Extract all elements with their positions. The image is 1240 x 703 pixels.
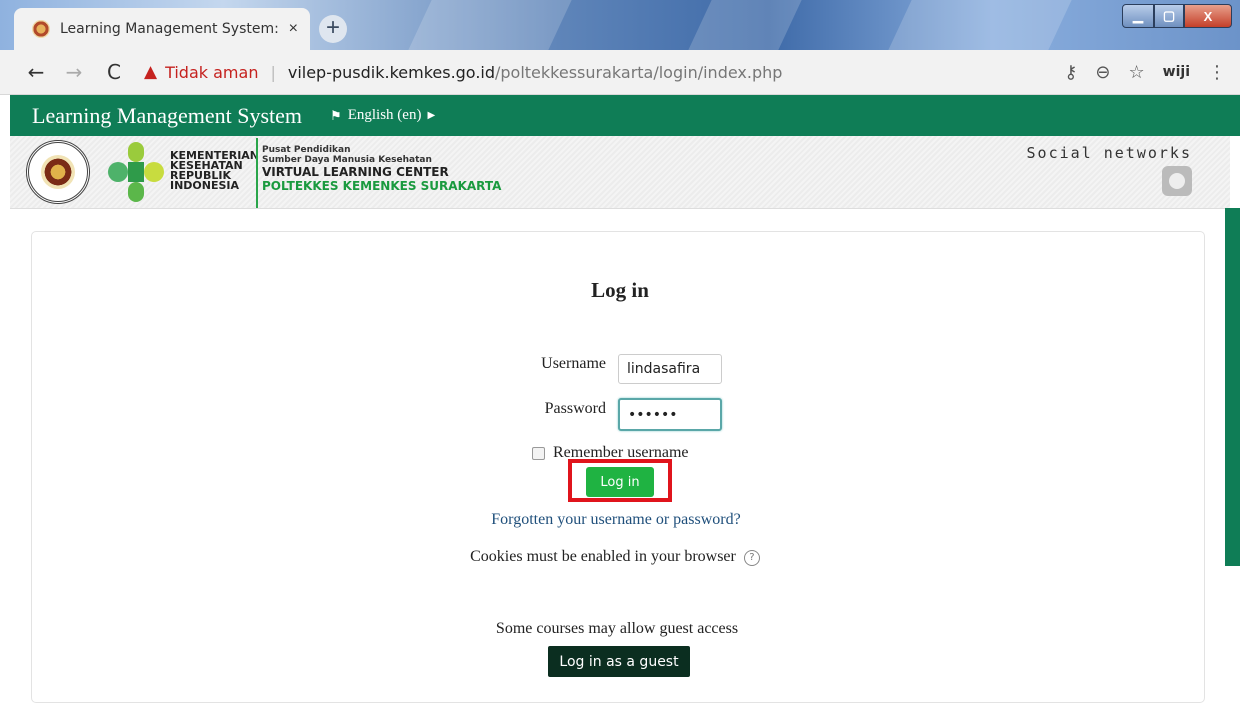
poltekkes-seal-logo: [26, 140, 90, 204]
kemenkes-wordmark: KEMENTERIAN KESEHATAN REPUBLIK INDONESIA: [170, 149, 260, 192]
site-favicon-icon: [32, 20, 50, 38]
reload-icon[interactable]: C: [100, 60, 128, 84]
username-label: Username: [541, 355, 606, 372]
password-input[interactable]: [618, 398, 722, 431]
titlebar-decoration: [408, 0, 572, 50]
caret-right-icon: ▶: [427, 110, 436, 121]
social-network-icon[interactable]: [1162, 166, 1192, 196]
remember-checkbox[interactable]: [532, 446, 545, 460]
maximize-button[interactable]: ▢: [1154, 4, 1184, 28]
tab-close-icon[interactable]: ×: [289, 20, 298, 38]
address-separator: |: [270, 62, 276, 82]
username-input[interactable]: [618, 354, 722, 384]
tab-title: Learning Management System: L: [60, 21, 281, 37]
minimize-button[interactable]: ▁: [1122, 4, 1154, 28]
browser-toolbar: ← → C ▲ Tidak aman | vilep-pusdik.kemkes…: [0, 50, 1240, 95]
menu-kebab-icon[interactable]: ⋮: [1208, 62, 1226, 83]
cookies-text: Cookies must be enabled in your browser: [470, 548, 736, 565]
address-bar[interactable]: ▲ Tidak aman | vilep-pusdik.kemkes.go.id…: [144, 62, 782, 82]
help-icon[interactable]: ?: [743, 550, 760, 566]
language-menu[interactable]: ⚑ English (en) ▶: [330, 107, 435, 124]
forgot-password-link[interactable]: Forgotten your username or password?: [0, 511, 1232, 529]
kemenkes-logo: [108, 142, 164, 202]
login-heading: Log in: [591, 278, 649, 302]
new-tab-button[interactable]: +: [319, 15, 347, 43]
back-arrow-icon[interactable]: ←: [22, 60, 50, 84]
login-button[interactable]: Log in: [586, 467, 654, 497]
zoom-icon[interactable]: ⊖: [1095, 62, 1110, 83]
window-controls: ▁ ▢ X: [1122, 4, 1232, 28]
toolbar-actions: ⚷ ⊖ ☆ wiji ⋮: [1064, 50, 1226, 94]
guest-login-button[interactable]: Log in as a guest: [548, 646, 690, 677]
password-label: Password: [544, 400, 606, 417]
flag-icon: ⚑: [330, 107, 342, 123]
url-path: /poltekkessurakarta/login/index.php: [495, 62, 783, 82]
warning-triangle-icon: ▲: [144, 62, 158, 82]
social-networks-label: Social networks: [1026, 144, 1192, 162]
security-status[interactable]: Tidak aman: [165, 63, 258, 82]
banner-divider: [256, 138, 258, 208]
titlebar-decoration: [888, 0, 1072, 50]
language-label: English (en): [347, 107, 422, 123]
titlebar-decoration: [688, 0, 802, 50]
browser-tab[interactable]: Learning Management System: L ×: [14, 8, 310, 50]
guest-access-note: Some courses may allow guest access: [495, 620, 739, 637]
profile-avatar[interactable]: wiji: [1163, 64, 1190, 80]
browser-titlebar: Learning Management System: L × + ▁ ▢ X: [0, 0, 1240, 50]
site-navbar: Learning Management System ⚑ English (en…: [10, 95, 1240, 136]
bookmark-star-icon[interactable]: ☆: [1129, 62, 1145, 83]
site-brand-link[interactable]: Learning Management System: [32, 103, 302, 129]
cookies-note: Cookies must be enabled in your browser …: [0, 548, 1230, 566]
institution-text: Pusat Pendidikan Sumber Daya Manusia Kes…: [262, 145, 502, 193]
key-icon[interactable]: ⚷: [1064, 62, 1077, 83]
forward-arrow-icon[interactable]: →: [60, 60, 88, 84]
close-window-button[interactable]: X: [1184, 4, 1232, 28]
url-host: vilep-pusdik.kemkes.go.id: [287, 62, 495, 82]
header-banner: KEMENTERIAN KESEHATAN REPUBLIK INDONESIA…: [10, 136, 1230, 209]
